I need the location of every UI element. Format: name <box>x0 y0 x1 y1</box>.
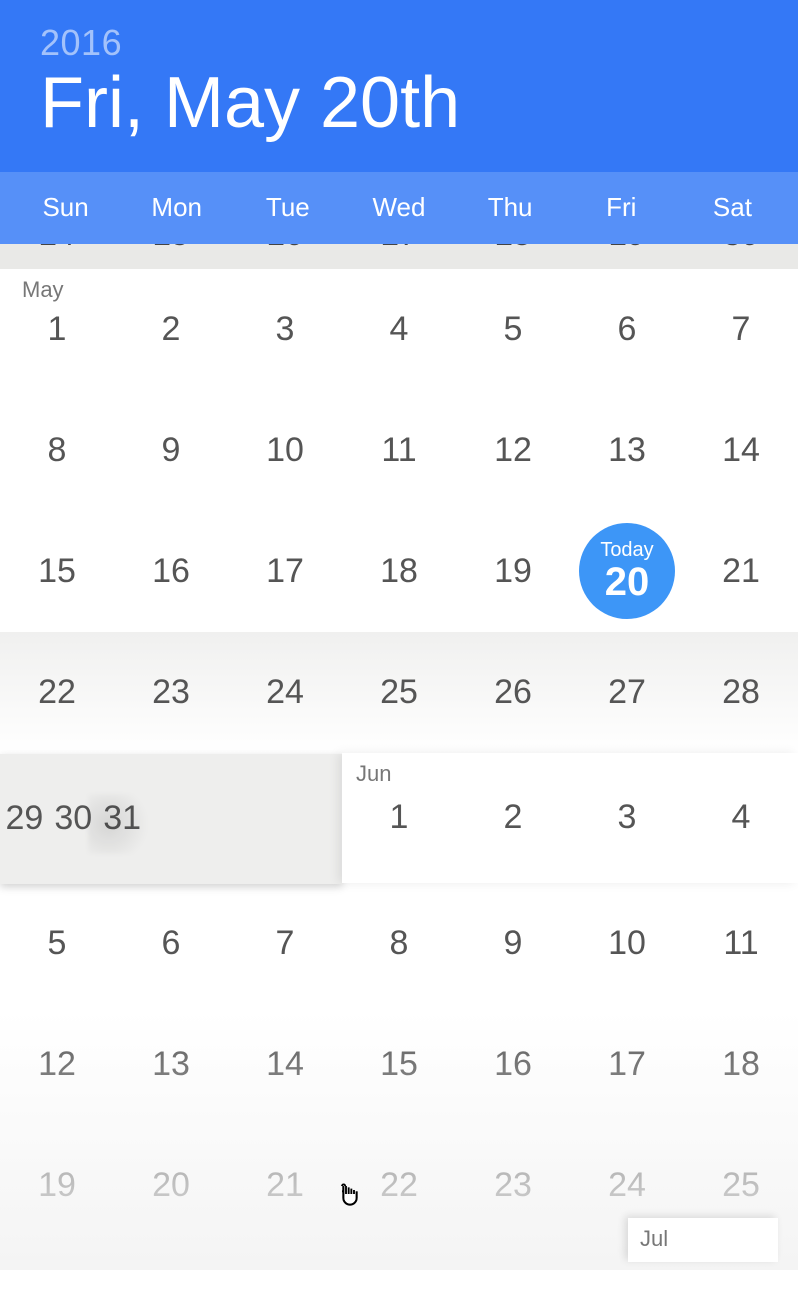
day-cell[interactable]: 18 <box>342 511 456 632</box>
day-cell[interactable]: 21 <box>228 1125 342 1246</box>
month-label-jun: Jun <box>356 761 391 787</box>
day-cell[interactable]: 24 <box>0 244 114 269</box>
month-label-may: May <box>22 277 64 303</box>
day-cell[interactable]: 30 <box>684 244 798 269</box>
day-cell[interactable]: 26 <box>228 244 342 269</box>
day-cell[interactable]: 6 <box>114 883 228 1004</box>
day-cell[interactable]: 15 <box>342 1004 456 1125</box>
weekday-mon: Mon <box>121 192 232 223</box>
day-cell[interactable]: 28 <box>456 244 570 269</box>
day-cell[interactable]: 4 <box>342 269 456 390</box>
day-cell[interactable]: 2 <box>114 269 228 390</box>
today-label: Today <box>600 540 653 560</box>
month-card-jun: Jun 1 2 3 4 <box>342 753 798 883</box>
prev-month-row: 24 25 26 27 28 29 30 <box>0 244 798 269</box>
week-row: 5 6 7 8 9 10 11 <box>0 883 798 1004</box>
day-cell-today[interactable]: Today 20 <box>570 511 684 632</box>
day-cell[interactable]: 12 <box>0 1004 114 1125</box>
weekday-tue: Tue <box>232 192 343 223</box>
day-cell[interactable]: 24 <box>228 632 342 753</box>
day-cell[interactable]: 27 <box>570 632 684 753</box>
day-cell[interactable]: 25 <box>342 632 456 753</box>
weekday-wed: Wed <box>343 192 454 223</box>
week-row: 22 23 24 25 26 27 28 <box>0 632 798 753</box>
day-cell[interactable]: 4 <box>684 753 798 883</box>
week-row: 8 9 10 11 12 13 14 <box>0 390 798 511</box>
week-row: 29 30 31 <box>0 754 342 884</box>
day-cell[interactable]: 13 <box>570 390 684 511</box>
day-cell[interactable]: 19 <box>0 1125 114 1246</box>
day-cell[interactable]: 5 <box>0 883 114 1004</box>
day-cell[interactable]: 23 <box>456 1125 570 1246</box>
header-date[interactable]: Fri, May 20th <box>40 66 758 142</box>
day-cell[interactable]: 14 <box>228 1004 342 1125</box>
day-cell[interactable]: 23 <box>114 632 228 753</box>
day-cell[interactable]: 8 <box>0 390 114 511</box>
day-cell[interactable]: 7 <box>228 883 342 1004</box>
day-cell[interactable]: 17 <box>228 511 342 632</box>
calendar-datepicker: 2016 Fri, May 20th Sun Mon Tue Wed Thu F… <box>0 0 798 1294</box>
day-cell[interactable]: 22 <box>0 632 114 753</box>
week-row: Jun 1 2 3 4 <box>342 753 798 883</box>
day-cell[interactable]: 31 <box>98 754 147 884</box>
header: 2016 Fri, May 20th <box>0 0 798 172</box>
day-cell[interactable]: 15 <box>0 511 114 632</box>
day-cell[interactable]: 9 <box>114 390 228 511</box>
day-cell[interactable]: 22 <box>342 1125 456 1246</box>
day-cell[interactable]: 11 <box>342 390 456 511</box>
day-cell[interactable]: 14 <box>684 390 798 511</box>
weekday-thu: Thu <box>455 192 566 223</box>
week-row: May 1 2 3 4 5 6 7 <box>0 269 798 390</box>
weekday-fri: Fri <box>566 192 677 223</box>
day-cell[interactable]: 3 <box>228 269 342 390</box>
day-cell[interactable]: 18 <box>684 1004 798 1125</box>
day-cell[interactable]: 10 <box>228 390 342 511</box>
day-cell[interactable]: 19 <box>456 511 570 632</box>
day-cell[interactable]: 11 <box>684 883 798 1004</box>
month-label-jul: Jul <box>640 1226 668 1251</box>
weekday-bar: Sun Mon Tue Wed Thu Fri Sat <box>0 172 798 244</box>
day-cell[interactable]: 17 <box>570 1004 684 1125</box>
day-cell[interactable]: 8 <box>342 883 456 1004</box>
month-card-may: May 1 2 3 4 5 6 7 8 9 10 11 12 13 <box>0 269 798 753</box>
day-cell[interactable]: 29 <box>570 244 684 269</box>
day-cell[interactable]: 16 <box>114 511 228 632</box>
today-marker[interactable]: Today 20 <box>579 523 675 619</box>
day-cell[interactable]: 7 <box>684 269 798 390</box>
month-tab-jul[interactable]: Jul <box>628 1218 778 1262</box>
day-cell[interactable]: 27 <box>342 244 456 269</box>
day-cell[interactable]: 26 <box>456 632 570 753</box>
jun-weeks: 5 6 7 8 9 10 11 12 13 14 15 16 17 18 <box>0 883 798 1246</box>
week-row: 12 13 14 15 16 17 18 <box>0 1004 798 1125</box>
day-cell[interactable]: May 1 <box>0 269 114 390</box>
calendar-grid: 24 25 26 27 28 29 30 May 1 2 3 4 5 <box>0 244 798 269</box>
day-cell[interactable]: 16 <box>456 1004 570 1125</box>
weekday-sat: Sat <box>677 192 788 223</box>
day-cell[interactable]: 29 <box>0 754 49 884</box>
header-year[interactable]: 2016 <box>40 22 758 64</box>
weekday-sun: Sun <box>10 192 121 223</box>
day-cell[interactable]: 28 <box>684 632 798 753</box>
week-row: 15 16 17 18 19 Today 20 21 <box>0 511 798 632</box>
day-cell[interactable]: 6 <box>570 269 684 390</box>
day-cell[interactable]: 12 <box>456 390 570 511</box>
day-cell[interactable]: 3 <box>570 753 684 883</box>
day-cell[interactable]: Jun 1 <box>342 753 456 883</box>
day-cell[interactable]: 25 <box>114 244 228 269</box>
day-cell[interactable]: 13 <box>114 1004 228 1125</box>
day-cell[interactable]: 10 <box>570 883 684 1004</box>
day-cell[interactable]: 21 <box>684 511 798 632</box>
day-cell[interactable]: 2 <box>456 753 570 883</box>
day-cell[interactable]: 20 <box>114 1125 228 1246</box>
day-cell[interactable]: 5 <box>456 269 570 390</box>
calendar-scroll-area[interactable]: 24 25 26 27 28 29 30 May 1 2 3 4 5 <box>0 244 798 1270</box>
day-cell[interactable]: 9 <box>456 883 570 1004</box>
